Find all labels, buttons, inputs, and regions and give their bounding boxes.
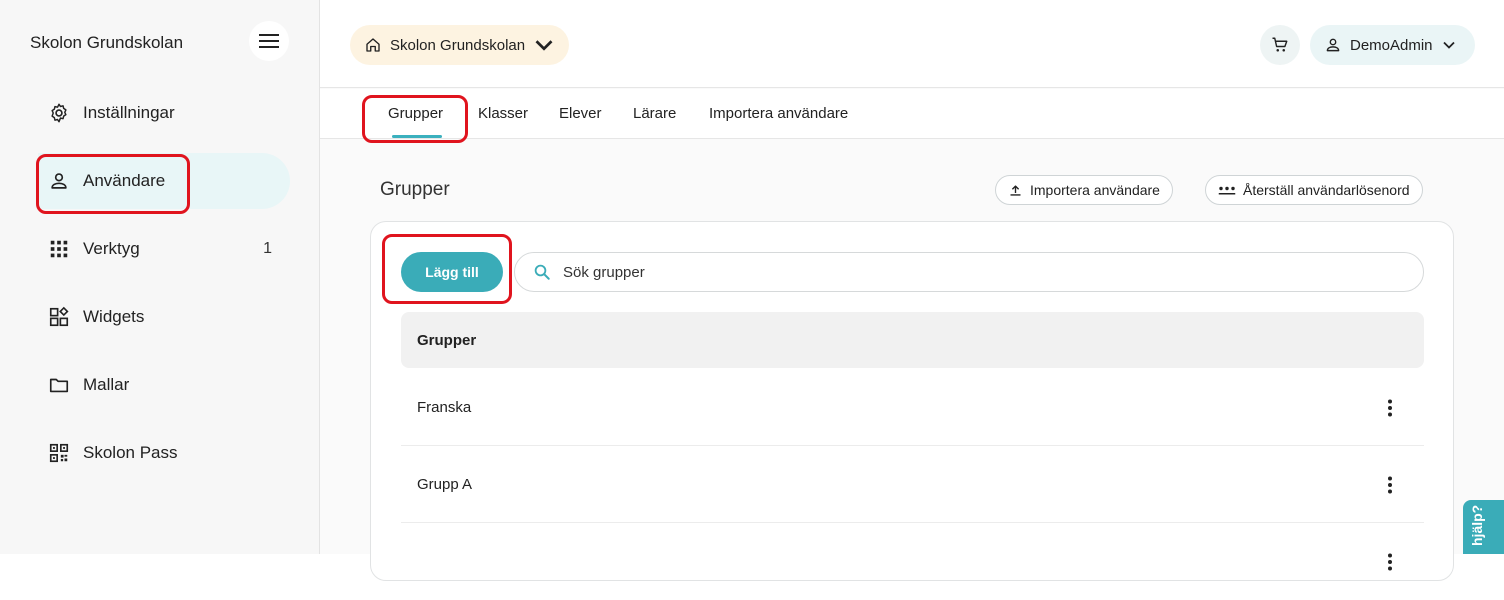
user-menu[interactable]: DemoAdmin — [1310, 25, 1475, 65]
table-header-grupper: Grupper — [401, 312, 1424, 368]
more-vertical-icon — [1388, 399, 1392, 417]
sidebar: Skolon Grundskolan Inställningar Använda… — [0, 0, 320, 554]
highlight-box-add-button — [382, 234, 512, 304]
grid-icon — [50, 240, 68, 258]
sidebar-item-count: 1 — [263, 240, 272, 257]
cart-icon — [1272, 37, 1288, 52]
widgets-icon — [49, 306, 69, 327]
row-actions-button[interactable] — [1380, 397, 1400, 419]
help-tab[interactable]: hjälp? — [1463, 500, 1504, 554]
user-icon — [1326, 38, 1340, 52]
highlight-box-anvandare — [36, 154, 190, 214]
sidebar-item-label: Widgets — [83, 307, 145, 326]
tab-klasser[interactable]: Klasser — [478, 105, 528, 122]
upload-icon — [1010, 184, 1021, 196]
sidebar-item-label: Skolon Pass — [83, 443, 178, 462]
table-row[interactable]: Franska — [401, 369, 1424, 446]
more-vertical-icon — [1388, 476, 1392, 494]
tab-importera-anvandare[interactable]: Importera användare — [709, 105, 848, 122]
folder-icon — [49, 378, 69, 393]
sidebar-item-label: Mallar — [83, 375, 130, 394]
search-input[interactable] — [563, 263, 1363, 281]
search-icon — [534, 264, 550, 280]
sidebar-item-widgets[interactable]: Widgets — [38, 289, 290, 345]
chevron-down-icon — [1442, 41, 1455, 49]
school-selector-label: Skolon Grundskolan — [390, 36, 526, 54]
sidebar-item-label: Verktyg — [83, 239, 140, 258]
row-actions-button[interactable] — [1380, 474, 1400, 496]
top-bar: Skolon Grundskolan DemoAdmin — [320, 0, 1504, 88]
main-content: Skolon Grundskolan DemoAdmin Grupper Kla… — [320, 0, 1504, 581]
table-row[interactable]: Grupp A — [401, 446, 1424, 523]
row-actions-button[interactable] — [1380, 551, 1400, 573]
gear-icon — [51, 103, 67, 123]
qr-code-icon — [49, 443, 69, 463]
table-cell-group-name: Franska — [417, 398, 472, 416]
highlight-box-tab-grupper — [362, 95, 468, 143]
reset-password-button[interactable]: Återställ användarlösenord — [1205, 175, 1423, 205]
import-users-label: Importera användare — [1030, 182, 1160, 198]
chevron-down-icon — [535, 40, 553, 51]
sidebar-item-installningar[interactable]: Inställningar — [38, 85, 290, 141]
menu-toggle-button[interactable] — [249, 21, 289, 61]
hamburger-icon — [259, 34, 279, 48]
table-row[interactable] — [401, 523, 1424, 600]
cart-button[interactable] — [1260, 25, 1300, 65]
user-name: DemoAdmin — [1350, 36, 1433, 54]
reset-password-label: Återställ användarlösenord — [1243, 182, 1410, 198]
school-selector[interactable]: Skolon Grundskolan — [350, 25, 570, 65]
sidebar-item-skolon-pass[interactable]: Skolon Pass — [38, 425, 290, 481]
tabs-bar: Grupper Klasser Elever Lärare Importera … — [320, 89, 1504, 139]
sidebar-school-name: Skolon Grundskolan — [30, 33, 184, 52]
tab-elever[interactable]: Elever — [559, 105, 602, 122]
more-vertical-icon — [1388, 553, 1392, 571]
password-icon — [1218, 186, 1236, 195]
home-icon — [366, 38, 380, 52]
tab-larare[interactable]: Lärare — [633, 105, 676, 122]
sidebar-item-label: Inställningar — [83, 103, 175, 122]
sidebar-item-mallar[interactable]: Mallar — [38, 357, 290, 413]
search-groups[interactable] — [514, 252, 1424, 292]
help-tab-label: hjälp? — [1469, 504, 1485, 546]
import-users-button[interactable]: Importera användare — [995, 175, 1173, 205]
sidebar-item-verktyg[interactable]: Verktyg 1 — [38, 221, 290, 277]
page-title: Grupper — [380, 179, 450, 200]
table-cell-group-name: Grupp A — [417, 475, 473, 493]
